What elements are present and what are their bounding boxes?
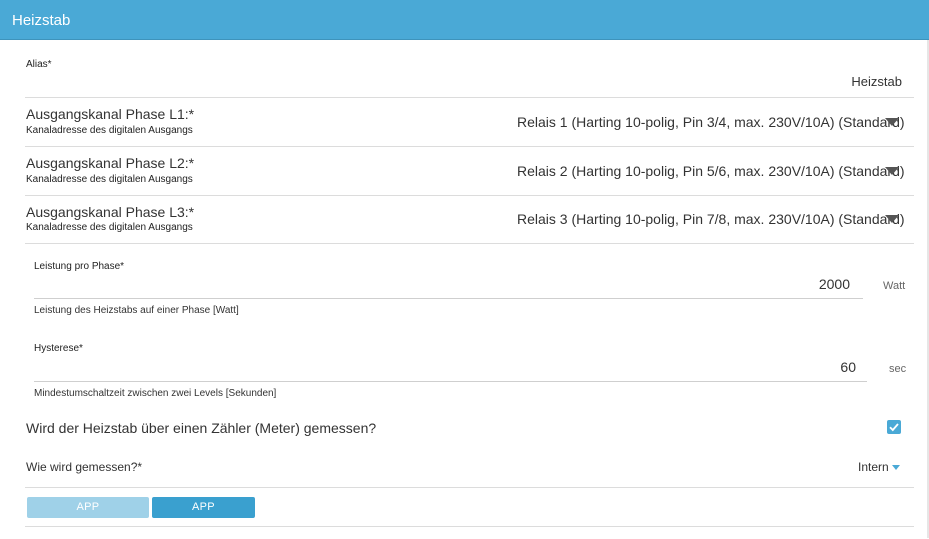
channel-l1-title: Ausgangskanal Phase L1:* [26,106,195,122]
channel-l3-subtitle: Kanaladresse des digitalen Ausgangs [26,222,193,233]
hysteresis-unit: sec [889,363,907,375]
alias-value[interactable]: Heizstab [851,74,902,89]
divider [25,487,914,488]
chevron-down-icon[interactable] [885,167,899,175]
hysteresis-hint: Mindestumschaltzeit zwischen zwei Levels… [34,388,277,399]
measure-label: Wie wird gemessen?* [26,460,143,474]
meter-question: Wird der Heizstab über einen Zähler (Met… [26,420,377,436]
measure-value[interactable]: Intern [858,460,889,474]
power-hint: Leistung des Heizstabs auf einer Phase [… [34,305,239,316]
hysteresis-label: Hysterese* [34,343,83,354]
chevron-down-icon[interactable] [892,465,900,470]
power-input-underline [34,298,863,299]
alias-label: Alias* [26,59,52,70]
channel-l1-subtitle: Kanaladresse des digitalen Ausgangs [26,125,193,136]
divider [25,97,914,98]
divider [25,146,914,147]
hysteresis-input-underline [34,381,867,382]
divider [25,195,914,196]
checkmark-icon [889,423,899,432]
power-label: Leistung pro Phase* [34,261,125,272]
divider [25,526,914,527]
power-input[interactable]: 2000 [819,276,850,292]
channel-l3-value[interactable]: Relais 3 (Harting 10-polig, Pin 7/8, max… [517,211,905,227]
channel-l2-subtitle: Kanaladresse des digitalen Ausgangs [26,174,193,185]
hysteresis-input[interactable]: 60 [840,359,856,375]
power-unit: Watt [883,280,906,292]
chevron-down-icon[interactable] [885,215,899,223]
page-title: Heizstab [12,12,71,29]
remove-app-button[interactable]: APP ENTFERNEN [152,497,255,534]
channel-l2-value[interactable]: Relais 2 (Harting 10-polig, Pin 5/6, max… [517,163,905,179]
channel-l2-title: Ausgangskanal Phase L2:* [26,155,195,171]
channel-l3-title: Ausgangskanal Phase L3:* [26,204,195,220]
channel-l1-value[interactable]: Relais 1 (Harting 10-polig, Pin 3/4, max… [517,114,905,130]
divider [25,243,914,244]
chevron-down-icon[interactable] [885,118,899,126]
update-app-button[interactable]: APP AKTUALISIEREN [27,497,149,534]
meter-checkbox[interactable] [887,420,901,434]
app-header: Heizstab [0,0,929,40]
